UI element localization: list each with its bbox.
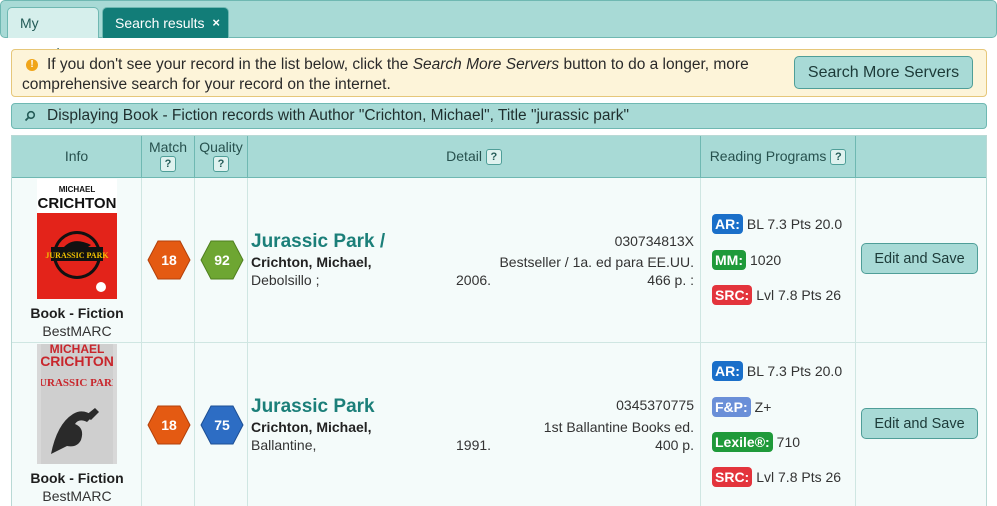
match-score-badge: 18 xyxy=(147,240,191,280)
quality-score-badge: 75 xyxy=(200,405,244,445)
reading-programs-cell: AR: BL 7.3 Pts 20.0 MM: 1020 SRC: Lvl 7.8 P… xyxy=(701,178,856,342)
svg-text:CRICHTON: CRICHTON xyxy=(38,195,117,212)
column-header-reading-programs: Reading Programs ? xyxy=(701,136,856,178)
search-more-servers-button[interactable]: Search More Servers xyxy=(794,56,973,89)
reading-programs-cell: AR: BL 7.3 Pts 20.0 F&P: Z+ Lexile®: 710 SR… xyxy=(701,343,856,506)
help-icon[interactable]: ? xyxy=(213,156,229,173)
reading-program-fp: F&P: Z+ xyxy=(712,397,771,417)
record-edition: Bestseller / 1a. ed para EE.UU. xyxy=(499,254,694,270)
reading-program-src: SRC: Lvl 7.8 Pts 26 xyxy=(712,285,841,305)
quality-cell: 75 xyxy=(195,343,248,506)
edit-and-save-button[interactable]: Edit and Save xyxy=(861,408,978,439)
reading-program-ar: AR: BL 7.3 Pts 20.0 xyxy=(712,361,842,381)
column-header-actions xyxy=(856,136,986,178)
record-publisher: Ballantine, xyxy=(251,437,317,453)
info-cell: MICHAEL CRICHTON JURASSIC PARK Book - Fi… xyxy=(12,342,142,506)
help-icon[interactable]: ? xyxy=(485,149,502,166)
match-score-badge: 18 xyxy=(147,405,191,445)
match-cell: 18 xyxy=(142,178,195,342)
close-icon[interactable]: × xyxy=(212,8,220,38)
help-icon[interactable]: ? xyxy=(160,156,176,173)
record-pages: 400 p. xyxy=(655,437,694,453)
tab-bar: My records Search results × xyxy=(0,0,997,61)
column-header-info: Info xyxy=(12,136,142,178)
reading-program-mm: MM: 1020 xyxy=(712,250,781,270)
reading-program-ar: AR: BL 7.3 Pts 20.0 xyxy=(712,214,842,234)
record-format: Book - Fiction xyxy=(30,305,124,321)
record-year: 2006. xyxy=(456,272,492,288)
detail-cell: Jurassic Park / Crichton, Michael, Debol… xyxy=(248,178,701,342)
column-header-match: Match ? xyxy=(142,136,195,178)
reading-program-lexile: Lexile®: 710 xyxy=(712,432,800,452)
book-cover-image: MICHAEL CRICHTON JURASSIC PARK xyxy=(37,179,117,299)
reading-program-src: SRC: Lvl 7.8 Pts 26 xyxy=(712,467,841,487)
record-publisher: Debolsillo ; xyxy=(251,272,320,288)
help-icon[interactable]: ? xyxy=(830,149,847,166)
match-cell: 18 xyxy=(142,343,195,506)
record-year: 1991. xyxy=(456,437,492,453)
svg-text:MICHAEL: MICHAEL xyxy=(59,185,96,194)
record-author: Crichton, Michael, xyxy=(251,419,372,435)
svg-text:JURASSIC PARK: JURASSIC PARK xyxy=(41,377,113,389)
search-icon xyxy=(24,104,36,130)
notice-text: If you don't see your record in the list… xyxy=(22,56,749,93)
detail-cell: Jurassic Park Crichton, Michael, Ballant… xyxy=(248,343,701,506)
info-cell: MICHAEL CRICHTON JURASSIC PARK Book - Fi… xyxy=(12,178,142,342)
table-row: MICHAEL CRICHTON JURASSIC PARK Book - Fi… xyxy=(12,342,986,506)
record-edition: 1st Ballantine Books ed. xyxy=(543,419,694,435)
results-table: Info Match ? Quality ? Detail ? Reading … xyxy=(11,135,987,506)
svg-text:JURASSIC PARK: JURASSIC PARK xyxy=(45,251,109,260)
tab-search-results[interactable]: Search results × xyxy=(102,7,229,38)
record-author: Crichton, Michael, xyxy=(251,254,372,270)
tab-label: Search results xyxy=(115,15,205,31)
action-cell: Edit and Save xyxy=(856,343,986,506)
quality-cell: 92 xyxy=(195,178,248,342)
record-source: BestMARC xyxy=(42,323,112,339)
quality-score-badge: 92 xyxy=(200,240,244,280)
book-cover-image: MICHAEL CRICHTON JURASSIC PARK xyxy=(34,342,121,464)
table-row: MICHAEL CRICHTON JURASSIC PARK Book - Fi… xyxy=(12,178,986,343)
record-isbn: 0345370775 xyxy=(616,397,694,413)
column-header-quality: Quality ? xyxy=(195,136,248,178)
search-criteria-bar: Displaying Book - Fiction records with A… xyxy=(11,103,987,129)
record-source: BestMARC xyxy=(42,488,112,504)
tab-my-records[interactable]: My records xyxy=(7,7,99,61)
svg-text:CRICHTON: CRICHTON xyxy=(41,353,113,369)
column-header-detail: Detail ? xyxy=(248,136,701,178)
record-title-link[interactable]: Jurassic Park xyxy=(251,396,375,418)
record-isbn: 030734813X xyxy=(614,233,694,249)
action-cell: Edit and Save xyxy=(856,178,986,342)
edit-and-save-button[interactable]: Edit and Save xyxy=(861,243,978,274)
info-notice: ! If you don't see your record in the li… xyxy=(11,49,987,97)
record-pages: 466 p. : xyxy=(647,272,694,288)
record-title-link[interactable]: Jurassic Park / xyxy=(251,231,385,253)
record-format: Book - Fiction xyxy=(30,470,124,486)
search-criteria-text: Displaying Book - Fiction records with A… xyxy=(47,107,629,124)
